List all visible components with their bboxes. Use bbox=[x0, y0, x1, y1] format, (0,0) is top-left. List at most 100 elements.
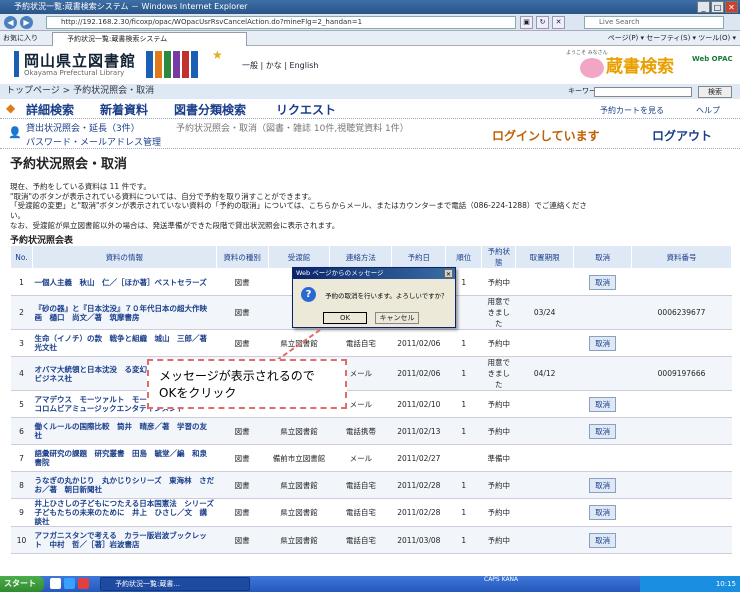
quicklaunch-app-icon[interactable] bbox=[78, 578, 89, 589]
cell-title[interactable]: 『砂の器』と『日本沈没』７０年代日本の超大作映画 樋口 尚文／著 筑摩書房 bbox=[32, 295, 217, 330]
dialog-close-button[interactable]: ✕ bbox=[444, 269, 453, 278]
cancel-button[interactable]: 取消 bbox=[589, 335, 617, 351]
cell-type: 図書 bbox=[216, 268, 269, 296]
cell-cancel: 取消 bbox=[573, 329, 632, 357]
search-button[interactable]: 検索 bbox=[698, 86, 732, 98]
nav-detailed-search[interactable]: 詳細検索 bbox=[26, 101, 74, 118]
info-contact: 「受渡館の変更」と"取消"ボタンが表示されていない資料の「予約の取消」については… bbox=[10, 201, 587, 210]
login-status: ログインしています bbox=[492, 129, 600, 143]
cell-contact: 電話自宅 bbox=[329, 471, 392, 499]
cancel-button[interactable]: 取消 bbox=[589, 505, 617, 520]
logo-bar bbox=[14, 51, 19, 77]
stop-icon[interactable]: ✕ bbox=[552, 16, 565, 29]
cell-title[interactable]: アフガニスタンで考える カラー版岩波ブックレット 中村 哲／［著］岩波書店 bbox=[32, 526, 217, 554]
address-bar: ◀ ▶ http://192.168.2.30/ficoxp/opac/WOpa… bbox=[0, 14, 740, 31]
logout-link[interactable]: ログアウト bbox=[652, 127, 712, 144]
maximize-button[interactable]: □ bbox=[711, 1, 724, 13]
cell-lib: 県立図書館 bbox=[268, 329, 330, 357]
refresh-icon[interactable]: ↻ bbox=[536, 16, 549, 29]
dialog-ok-button[interactable]: OK bbox=[323, 312, 367, 324]
cell-title[interactable]: 一個人主義 秋山 仁／［ほか著］ベストセラーズ bbox=[32, 268, 217, 296]
cell-date: 2011/02/10 bbox=[391, 390, 446, 418]
nav-new-arrivals[interactable]: 新着資料 bbox=[100, 101, 148, 118]
cell-title[interactable]: うなぎの丸かじり 丸かじりシリーズ 東海林 さだお／著 朝日新聞社 bbox=[32, 471, 217, 499]
window-title: 予約状況一覧:蔵書検索システム － Windows Internet Explo… bbox=[14, 2, 248, 11]
cell-num bbox=[631, 526, 732, 554]
cell-type: 図書 bbox=[216, 444, 269, 472]
cell-type: 図書 bbox=[216, 417, 269, 445]
mascot-icon bbox=[580, 58, 604, 78]
table-row: 10 アフガニスタンで考える カラー版岩波ブックレット 中村 哲／［著］岩波書店図… bbox=[10, 526, 732, 554]
cell-rank: 1 bbox=[445, 356, 482, 391]
cell-lib: 県立図書館 bbox=[268, 526, 330, 554]
quicklaunch-ie-icon[interactable] bbox=[64, 578, 75, 589]
cell-title[interactable]: 働くルールの国際比較 筒井 晴彦／著 学習の友社 bbox=[32, 417, 217, 445]
favorites-button[interactable]: お気に入り bbox=[3, 31, 38, 46]
language-links[interactable]: 一般 | かな | English bbox=[242, 60, 318, 71]
cell-limit: 03/24 bbox=[515, 295, 574, 330]
compat-icon[interactable]: ▣ bbox=[520, 16, 533, 29]
url-input[interactable]: http://192.168.2.30/ficoxp/opac/WOpacUsr… bbox=[46, 16, 516, 29]
cell-cancel: 取消 bbox=[573, 417, 632, 445]
reserve-cart-link[interactable]: 予約カートを見る bbox=[600, 105, 664, 116]
star-icon: ★ bbox=[212, 48, 223, 62]
cell-cancel bbox=[573, 444, 632, 472]
table-row: 6 働くルールの国際比較 筒井 晴彦／著 学習の友社 図書 県立図書館 電話携帯 2011… bbox=[10, 417, 732, 445]
forward-button[interactable]: ▶ bbox=[20, 16, 33, 29]
cancel-button[interactable]: 取消 bbox=[589, 477, 617, 493]
table-row: 4オバマ大統領と日本沈没 る変幻と外交戦略 古森 ビジネス社図書メール2011/… bbox=[10, 356, 732, 391]
nav-request[interactable]: リクエスト bbox=[276, 101, 336, 118]
cancel-button[interactable]: 取消 bbox=[589, 274, 617, 290]
cell-cancel bbox=[573, 295, 632, 330]
cell-title[interactable]: 生命（イノチ）の款 戦争と組織 城山 三郎／著 光文社 bbox=[32, 329, 217, 357]
books-logo-icon bbox=[146, 51, 198, 78]
cell-contact: 電話自宅 bbox=[329, 498, 392, 527]
cell-title[interactable]: 語彙研究の課題 研究叢書 田島 毓堂／編 和泉書院 bbox=[32, 444, 217, 472]
callout-line2: OKをクリック bbox=[159, 386, 237, 400]
back-button[interactable]: ◀ bbox=[4, 16, 17, 29]
cell-rank: 1 bbox=[445, 498, 482, 527]
cell-num: 0006239677 bbox=[631, 295, 732, 330]
cell-rank: 1 bbox=[445, 471, 482, 499]
cell-status: 用意できました bbox=[481, 356, 516, 391]
library-name[interactable]: 岡山県立図書館 bbox=[24, 50, 136, 71]
help-link[interactable]: ヘルプ bbox=[696, 105, 720, 116]
cell-limit bbox=[515, 417, 574, 445]
confirm-dialog: Web ページからのメッセージ ✕ ? 予約の取消を行います。よろしいですか？ … bbox=[292, 267, 456, 328]
cell-status: 予約中 bbox=[481, 498, 516, 527]
cell-limit bbox=[515, 444, 574, 472]
cell-limit bbox=[515, 526, 574, 554]
cancel-button[interactable]: 取消 bbox=[589, 396, 617, 412]
col-info: 資料の情報 bbox=[31, 245, 217, 269]
col-number: 資料番号 bbox=[631, 245, 732, 269]
close-window-button[interactable]: ✕ bbox=[725, 1, 738, 13]
command-bar[interactable]: ページ(P) ▾ セーフティ(S) ▾ ツール(O) ▾ bbox=[608, 31, 736, 46]
live-search-input[interactable]: Live Search bbox=[584, 16, 724, 29]
minimize-button[interactable]: _ bbox=[697, 1, 710, 13]
window-title-bar: 予約状況一覧:蔵書検索システム － Windows Internet Explo… bbox=[0, 0, 740, 14]
reserve-status-link[interactable]: 予約状況照会・取消（図書・雑誌 10件,視聴覚資料 1件） bbox=[176, 121, 409, 134]
cell-limit bbox=[515, 268, 574, 296]
cell-status: 用意できました bbox=[481, 295, 516, 330]
dialog-cancel-button[interactable]: キャンセル bbox=[375, 312, 419, 324]
loan-status-link[interactable]: 貸出状況照会・延長（3件） bbox=[26, 121, 140, 134]
col-no: No. bbox=[10, 245, 33, 269]
cancel-button[interactable]: 取消 bbox=[589, 423, 617, 439]
nav-classification-search[interactable]: 図書分類検索 bbox=[174, 101, 246, 118]
cell-limit bbox=[515, 498, 574, 527]
password-link[interactable]: パスワード・メールアドレス管理 bbox=[26, 135, 161, 148]
cell-title[interactable]: 井上ひさしの子どもにつたえる日本国憲法 シリーズ子どもたちの未来のために 井上 … bbox=[32, 498, 217, 527]
quicklaunch-desktop-icon[interactable] bbox=[50, 578, 61, 589]
cancel-button[interactable]: 取消 bbox=[589, 532, 617, 548]
cell-no: 4 bbox=[10, 356, 33, 391]
keyword-input[interactable] bbox=[594, 87, 692, 97]
start-button[interactable]: スタート bbox=[0, 576, 44, 592]
cell-num bbox=[631, 498, 732, 527]
cell-cancel: 取消 bbox=[573, 471, 632, 499]
browser-tab[interactable]: 予約状況一覧:蔵書検索システム bbox=[52, 32, 247, 46]
callout-line1: メッセージが表示されるので bbox=[159, 369, 315, 383]
cell-status: 予約中 bbox=[481, 390, 516, 418]
taskbar-task[interactable]: 予約状況一覧:蔵書... bbox=[100, 577, 250, 591]
clock: 10:15 bbox=[715, 580, 736, 588]
cell-lib: 県立図書館 bbox=[268, 498, 330, 527]
